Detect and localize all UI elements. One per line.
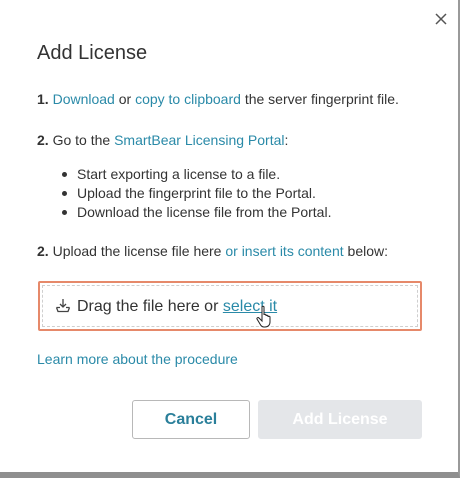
step-3-number: 2.: [37, 243, 49, 259]
step-1-rest: the server fingerprint file.: [244, 91, 399, 107]
add-license-dialog: Add License 1. Download or copy to clipb…: [0, 0, 460, 478]
close-icon: [435, 13, 447, 25]
step-3-text: Upload the license file here: [52, 243, 222, 259]
list-item: Start exporting a license to a file.: [61, 165, 331, 184]
step-3: 2. Upload the license file here or inser…: [37, 243, 388, 259]
download-link[interactable]: Download: [53, 91, 115, 107]
dialog-title: Add License: [37, 42, 148, 64]
step-3-rest: below:: [347, 243, 388, 259]
cancel-button[interactable]: Cancel: [132, 400, 250, 439]
dropzone-label: Drag the file here or select it: [77, 298, 277, 316]
add-license-button[interactable]: Add License: [258, 400, 422, 439]
step-1-number: 1.: [37, 91, 49, 107]
step-1-or: or: [118, 91, 132, 107]
licensing-portal-link[interactable]: SmartBear Licensing Portal: [114, 132, 284, 148]
close-button[interactable]: [432, 10, 450, 28]
step-2-text: Go to the: [52, 132, 111, 148]
insert-content-link[interactable]: or insert its content: [225, 243, 343, 259]
step-2: 2. Go to the SmartBear Licensing Portal:: [37, 132, 288, 148]
list-item: Download the license file from the Porta…: [61, 203, 331, 222]
dropzone-text: Drag the file here or: [77, 298, 219, 315]
step-2-number: 2.: [37, 132, 49, 148]
step-1: 1. Download or copy to clipboard the ser…: [37, 91, 399, 107]
learn-more-link[interactable]: Learn more about the procedure: [37, 351, 238, 367]
step-2-bullet-list: Start exporting a license to a file. Upl…: [61, 165, 331, 222]
hand-pointer-cursor-icon: [256, 305, 271, 328]
list-item: Upload the fingerprint file to the Porta…: [61, 184, 331, 203]
step-2-colon: :: [284, 132, 289, 148]
copy-to-clipboard-link[interactable]: copy to clipboard: [135, 91, 241, 107]
download-tray-icon: [55, 299, 71, 313]
